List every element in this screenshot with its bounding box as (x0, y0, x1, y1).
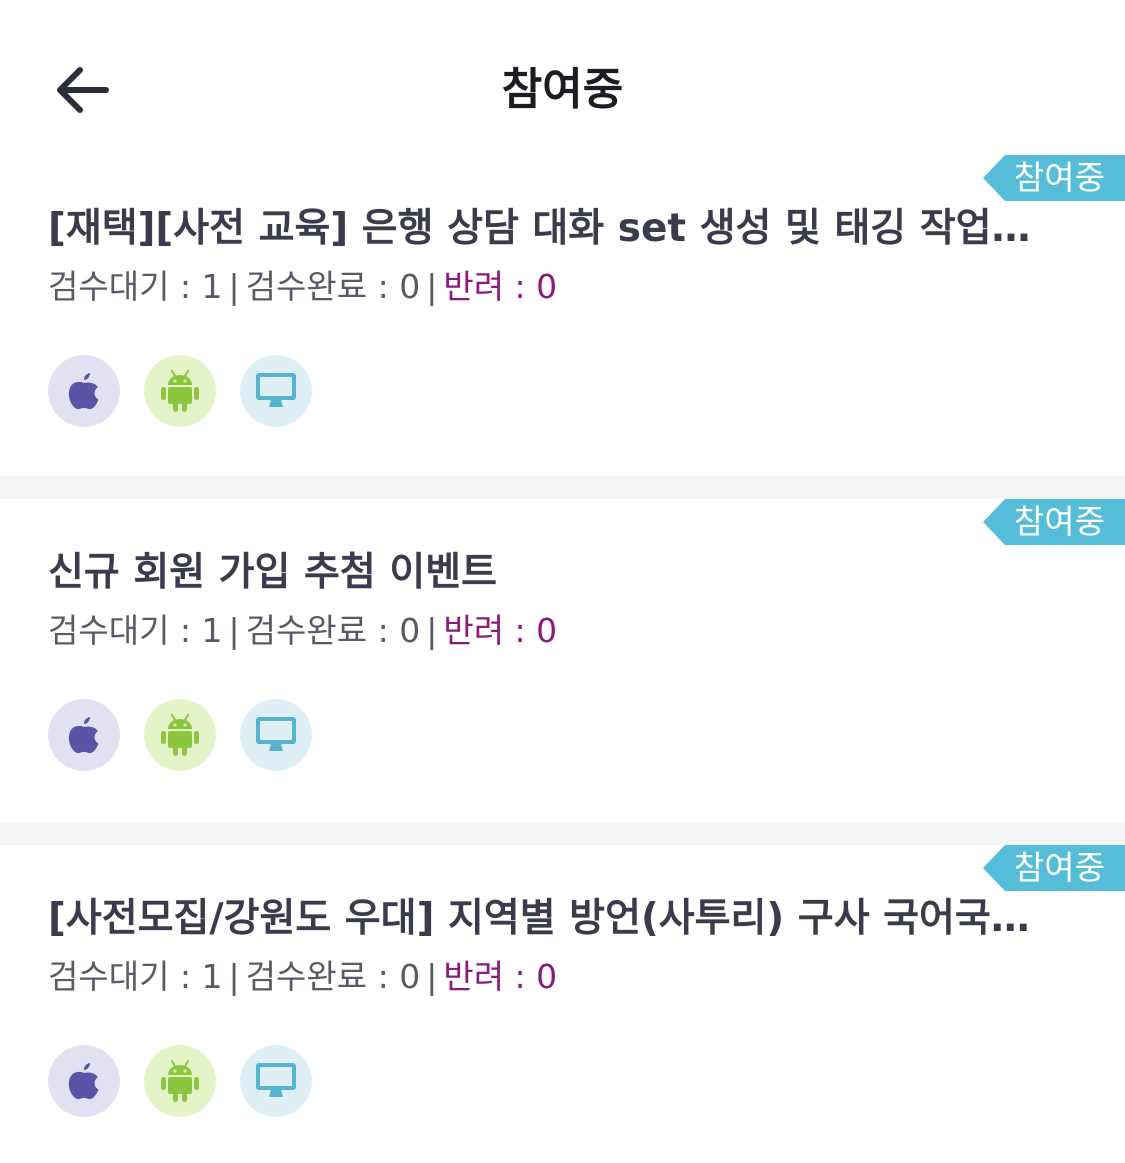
platform-android (144, 699, 216, 771)
apple-icon (68, 373, 99, 410)
platform-pc (240, 1045, 312, 1117)
platform-ios (48, 699, 120, 771)
stats-separator: | (228, 611, 240, 650)
project-card[interactable]: 참여중 신규 회원 가입 추첨 이벤트 검수대기 : 1 | 검수완료 : 0 | 반려… (0, 499, 1125, 822)
desktop-icon (256, 1063, 296, 1097)
project-title[interactable]: 신규 회원 가입 추첨 이벤트 (48, 547, 1048, 599)
android-icon (161, 370, 199, 412)
platform-pc (240, 355, 312, 427)
stats-separator: | (426, 611, 438, 650)
stats-separator: | (228, 957, 240, 996)
android-icon (161, 714, 199, 756)
done-count: 검수완료 : 0 (245, 957, 421, 996)
review-stats: 검수대기 : 1 | 검수완료 : 0 | 반려 : 0 (48, 265, 557, 309)
platform-pc (240, 699, 312, 771)
review-stats: 검수대기 : 1 | 검수완료 : 0 | 반려 : 0 (48, 955, 557, 999)
platform-ios (48, 1045, 120, 1117)
platform-ios (48, 355, 120, 427)
project-title[interactable]: [사전모집/강원도 우대] 지역별 방언(사투리) 구사 국어국문… (48, 893, 1048, 945)
apple-icon (68, 1063, 99, 1100)
stats-separator: | (426, 957, 438, 996)
rejected-count: 반려 : 0 (443, 957, 558, 996)
desktop-icon (256, 717, 296, 751)
list-divider (0, 476, 1125, 499)
done-count: 검수완료 : 0 (245, 267, 421, 306)
project-title[interactable]: [재택][사전 교육] 은행 상담 대화 set 생성 및 태깅 작업자... (48, 203, 1048, 255)
project-card[interactable]: 참여중 [사전모집/강원도 우대] 지역별 방언(사투리) 구사 국어국문… 검… (0, 845, 1125, 1163)
app-header: 참여중 (0, 0, 1125, 155)
status-badge: 참여중 (983, 499, 1125, 545)
pending-count: 검수대기 : 1 (48, 957, 223, 996)
desktop-icon (256, 373, 296, 407)
platform-android (144, 1045, 216, 1117)
page-title: 참여중 (501, 64, 624, 115)
android-icon (161, 1060, 199, 1102)
pending-count: 검수대기 : 1 (48, 267, 223, 306)
rejected-count: 반려 : 0 (443, 611, 558, 650)
project-card[interactable]: 참여중 [재택][사전 교육] 은행 상담 대화 set 생성 및 태깅 작업자… (0, 155, 1125, 476)
pending-count: 검수대기 : 1 (48, 611, 223, 650)
platform-android (144, 355, 216, 427)
stats-separator: | (228, 267, 240, 306)
done-count: 검수완료 : 0 (245, 611, 421, 650)
apple-icon (68, 717, 99, 754)
stats-separator: | (426, 267, 438, 306)
status-badge: 참여중 (983, 155, 1125, 201)
rejected-count: 반려 : 0 (443, 267, 558, 306)
review-stats: 검수대기 : 1 | 검수완료 : 0 | 반려 : 0 (48, 609, 557, 653)
status-badge: 참여중 (983, 845, 1125, 891)
list-divider (0, 822, 1125, 845)
